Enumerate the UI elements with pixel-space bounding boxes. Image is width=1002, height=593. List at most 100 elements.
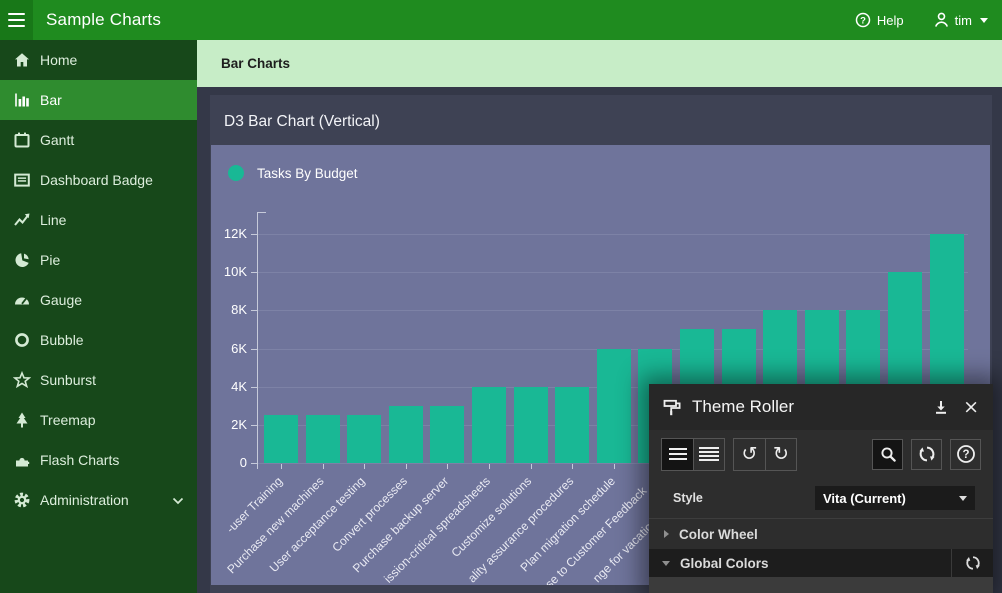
bar[interactable] [514,387,548,463]
calendar-icon [13,131,31,149]
bubble-icon [13,331,31,349]
chevron-down-icon [980,18,988,23]
sidebar-item-bar[interactable]: Bar [0,80,197,120]
chevron-down-icon [662,561,670,566]
download-button[interactable] [933,399,949,415]
bar[interactable] [555,387,589,463]
y-axis-label: 6K [211,341,247,356]
star-icon [13,371,31,389]
x-axis-tick [323,464,324,469]
undo-icon: ↺ [742,445,758,464]
y-axis-label: 8K [211,302,247,317]
chevron-down-icon [172,497,184,505]
x-axis-tick [614,464,615,469]
redo-icon: ↻ [773,445,789,464]
style-select-value: Vita (Current) [823,491,906,506]
x-axis-label: Convert processes [329,474,410,555]
style-row: Style Vita (Current) [649,478,993,518]
help-icon: ? [855,12,871,28]
panel-title: D3 Bar Chart (Vertical) [210,95,992,131]
y-axis-label: 4K [211,379,247,394]
dialog-toolbar: ↺ ↻ ? [649,430,993,478]
x-axis-tick [364,464,365,469]
help-circle-icon: ? [956,444,976,464]
help-button[interactable]: ? Help [855,12,904,28]
y-axis-cap [257,212,266,213]
dialog-body-strip [649,577,993,593]
x-axis-tick [281,464,282,469]
sidebar-item-line[interactable]: Line [0,200,197,240]
list-detailed-icon [699,447,719,460]
redo-button[interactable]: ↻ [765,439,796,470]
bar[interactable] [597,349,631,464]
dialog-title: Theme Roller [692,397,919,417]
list-compact-icon [669,448,687,460]
sidebar-item-flash-charts[interactable]: Flash Charts [0,440,197,480]
search-button[interactable] [872,439,903,470]
sidebar-item-dashboard-badge[interactable]: Dashboard Badge [0,160,197,200]
close-icon: × [963,398,979,417]
bar[interactable] [347,415,381,463]
help-dialog-button[interactable]: ? [950,439,981,470]
breadcrumb: Bar Charts [197,40,1002,87]
y-axis-label: 0 [211,455,247,470]
sidebar-item-gauge[interactable]: Gauge [0,280,197,320]
refresh-button[interactable] [911,439,942,470]
sidebar-item-bubble[interactable]: Bubble [0,320,197,360]
sidebar-item-administration[interactable]: Administration [0,480,197,520]
top-bar: Sample Charts ? Help tim [0,0,1002,40]
menu-toggle-button[interactable] [0,0,33,40]
list-compact-button[interactable] [662,439,693,470]
user-menu[interactable]: tim [934,12,988,28]
undo-button[interactable]: ↺ [734,439,765,470]
download-icon [933,399,949,415]
section-refresh-button[interactable] [951,549,993,577]
x-axis-tick [531,464,532,469]
x-axis-tick [489,464,490,469]
gear-icon [13,491,31,509]
y-axis-label: 2K [211,417,247,432]
pie-chart-icon [13,251,31,269]
style-select[interactable]: Vita (Current) [815,486,975,510]
style-label: Style [673,491,703,505]
bar[interactable] [264,415,298,463]
section-color-wheel[interactable]: Color Wheel [649,518,993,549]
close-button[interactable]: × [963,398,979,417]
bar[interactable] [306,415,340,463]
help-label: Help [877,13,904,28]
tree-icon [13,411,31,429]
x-axis-tick [572,464,573,469]
dialog-header[interactable]: Theme Roller × [649,384,993,430]
x-axis-tick [406,464,407,469]
user-icon [934,12,949,28]
x-axis-tick [447,464,448,469]
chevron-right-icon [664,530,669,538]
list-detailed-button[interactable] [693,439,724,470]
line-chart-icon [13,211,31,229]
badge-icon [13,171,31,189]
svg-text:?: ? [962,449,969,461]
gridline [258,234,968,235]
sidebar-item-gantt[interactable]: Gantt [0,120,197,160]
section-global-colors[interactable]: Global Colors [649,549,993,577]
sidebar-item-sunburst[interactable]: Sunburst [0,360,197,400]
sidebar: Home Bar Gantt Dashboard Badge Line Pie … [0,40,197,593]
sidebar-item-treemap[interactable]: Treemap [0,400,197,440]
bar[interactable] [389,406,423,463]
refresh-icon [917,444,937,464]
sidebar-item-pie[interactable]: Pie [0,240,197,280]
gridline [258,272,968,273]
paint-roller-icon [663,398,682,417]
gauge-icon [13,291,31,309]
user-name: tim [955,13,972,28]
home-icon [13,51,31,69]
svg-text:?: ? [860,15,866,26]
sidebar-item-home[interactable]: Home [0,40,197,80]
hamburger-icon [8,13,25,15]
bar[interactable] [472,387,506,463]
legend-label: Tasks By Budget [257,166,358,181]
theme-roller-dialog: Theme Roller × ↺ ↻ [649,384,993,593]
legend-marker [228,165,244,181]
search-icon [879,445,897,463]
bar[interactable] [430,406,464,463]
